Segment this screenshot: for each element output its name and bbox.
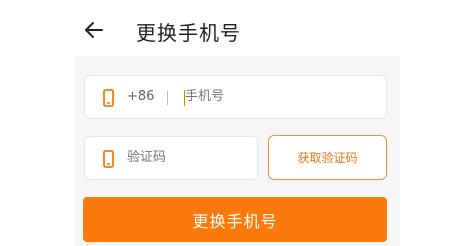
arrow-left-icon[interactable] xyxy=(84,18,104,42)
phone-number-input[interactable] xyxy=(185,89,365,104)
get-code-button[interactable]: 获取验证码 xyxy=(268,135,387,180)
mobile-phone-icon xyxy=(103,150,114,168)
country-code-prefix[interactable]: +86 xyxy=(127,89,154,104)
mobile-phone-icon xyxy=(103,89,114,107)
prefix-divider xyxy=(167,91,168,105)
change-phone-button[interactable]: 更换手机号 xyxy=(83,197,387,242)
verification-code-input[interactable] xyxy=(127,150,247,165)
verification-code-field[interactable] xyxy=(84,136,258,180)
phone-field[interactable]: +86 xyxy=(84,75,387,119)
header-bar: 更换手机号 xyxy=(0,0,476,62)
page-title: 更换手机号 xyxy=(136,21,241,45)
